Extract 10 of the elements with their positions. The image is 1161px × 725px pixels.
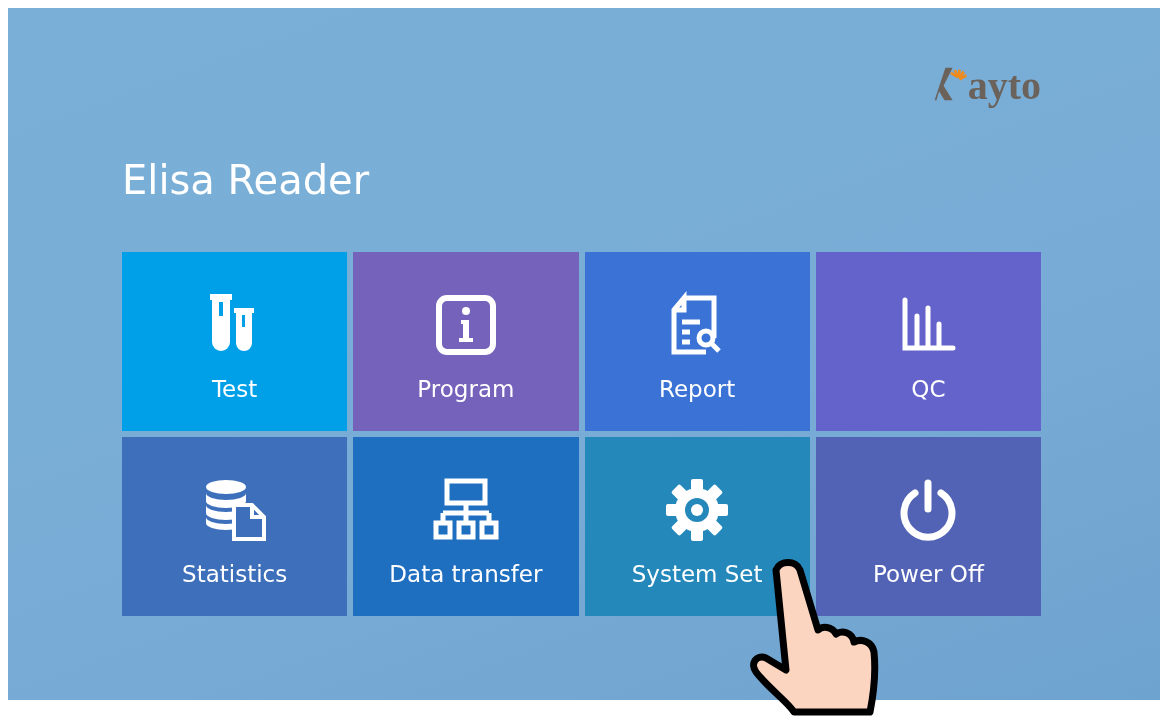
menu-tile[interactable]: Statistics	[122, 437, 348, 616]
menu-tile[interactable]: System Set	[584, 437, 810, 616]
menu-tile[interactable]: Data transfer	[353, 437, 579, 616]
app-title: Elisa Reader	[122, 160, 371, 200]
menu-tile[interactable]: Power Off	[815, 437, 1041, 616]
menu-tile[interactable]: Test	[122, 252, 348, 431]
logo-text: ayto	[967, 66, 1041, 106]
menu-tile[interactable]: QC	[815, 252, 1041, 431]
menu-tile[interactable]: Program	[353, 252, 579, 431]
menu-tile[interactable]: Report	[584, 252, 810, 431]
